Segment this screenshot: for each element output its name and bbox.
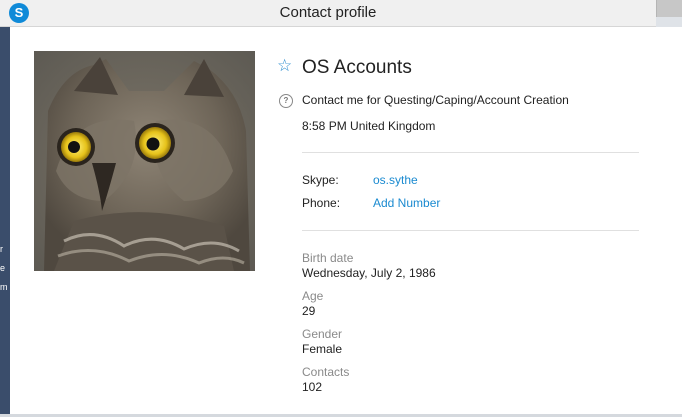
gender-label: Gender [302, 327, 343, 341]
age-label: Age [302, 289, 324, 303]
gender-value: Female [302, 342, 343, 356]
background-char: e [0, 263, 6, 273]
left-background-strip: r e m [0, 0, 10, 417]
window-title: Contact profile [279, 4, 377, 21]
mood-message: Contact me for Questing/Caping/Account C… [302, 93, 569, 107]
divider [302, 152, 639, 153]
avatar [34, 51, 255, 271]
favorite-star-icon[interactable]: ☆ [277, 57, 295, 75]
divider [302, 230, 639, 231]
mood-help-icon: ? [279, 94, 293, 108]
age-value: 29 [302, 304, 316, 318]
contact-name: OS Accounts [302, 57, 412, 78]
background-char: r [0, 244, 3, 254]
local-time: 8:58 PM United Kingdom [302, 119, 436, 133]
profile-panel: ☆ OS Accounts ? Contact me for Questing/… [10, 27, 682, 415]
skype-name-link[interactable]: os.sythe [373, 173, 418, 187]
birth-date-label: Birth date [302, 251, 354, 265]
contacts-label: Contacts [302, 365, 350, 379]
window-close-area[interactable] [656, 0, 682, 17]
title-bar: S Contact profile [0, 0, 656, 27]
add-number-link[interactable]: Add Number [373, 196, 440, 210]
owl-avatar-image [34, 51, 255, 271]
contacts-value: 102 [302, 380, 323, 394]
background-char: m [0, 282, 8, 292]
phone-label: Phone: [302, 196, 341, 210]
skype-label: Skype: [302, 173, 339, 187]
birth-date-value: Wednesday, July 2, 1986 [302, 266, 436, 280]
